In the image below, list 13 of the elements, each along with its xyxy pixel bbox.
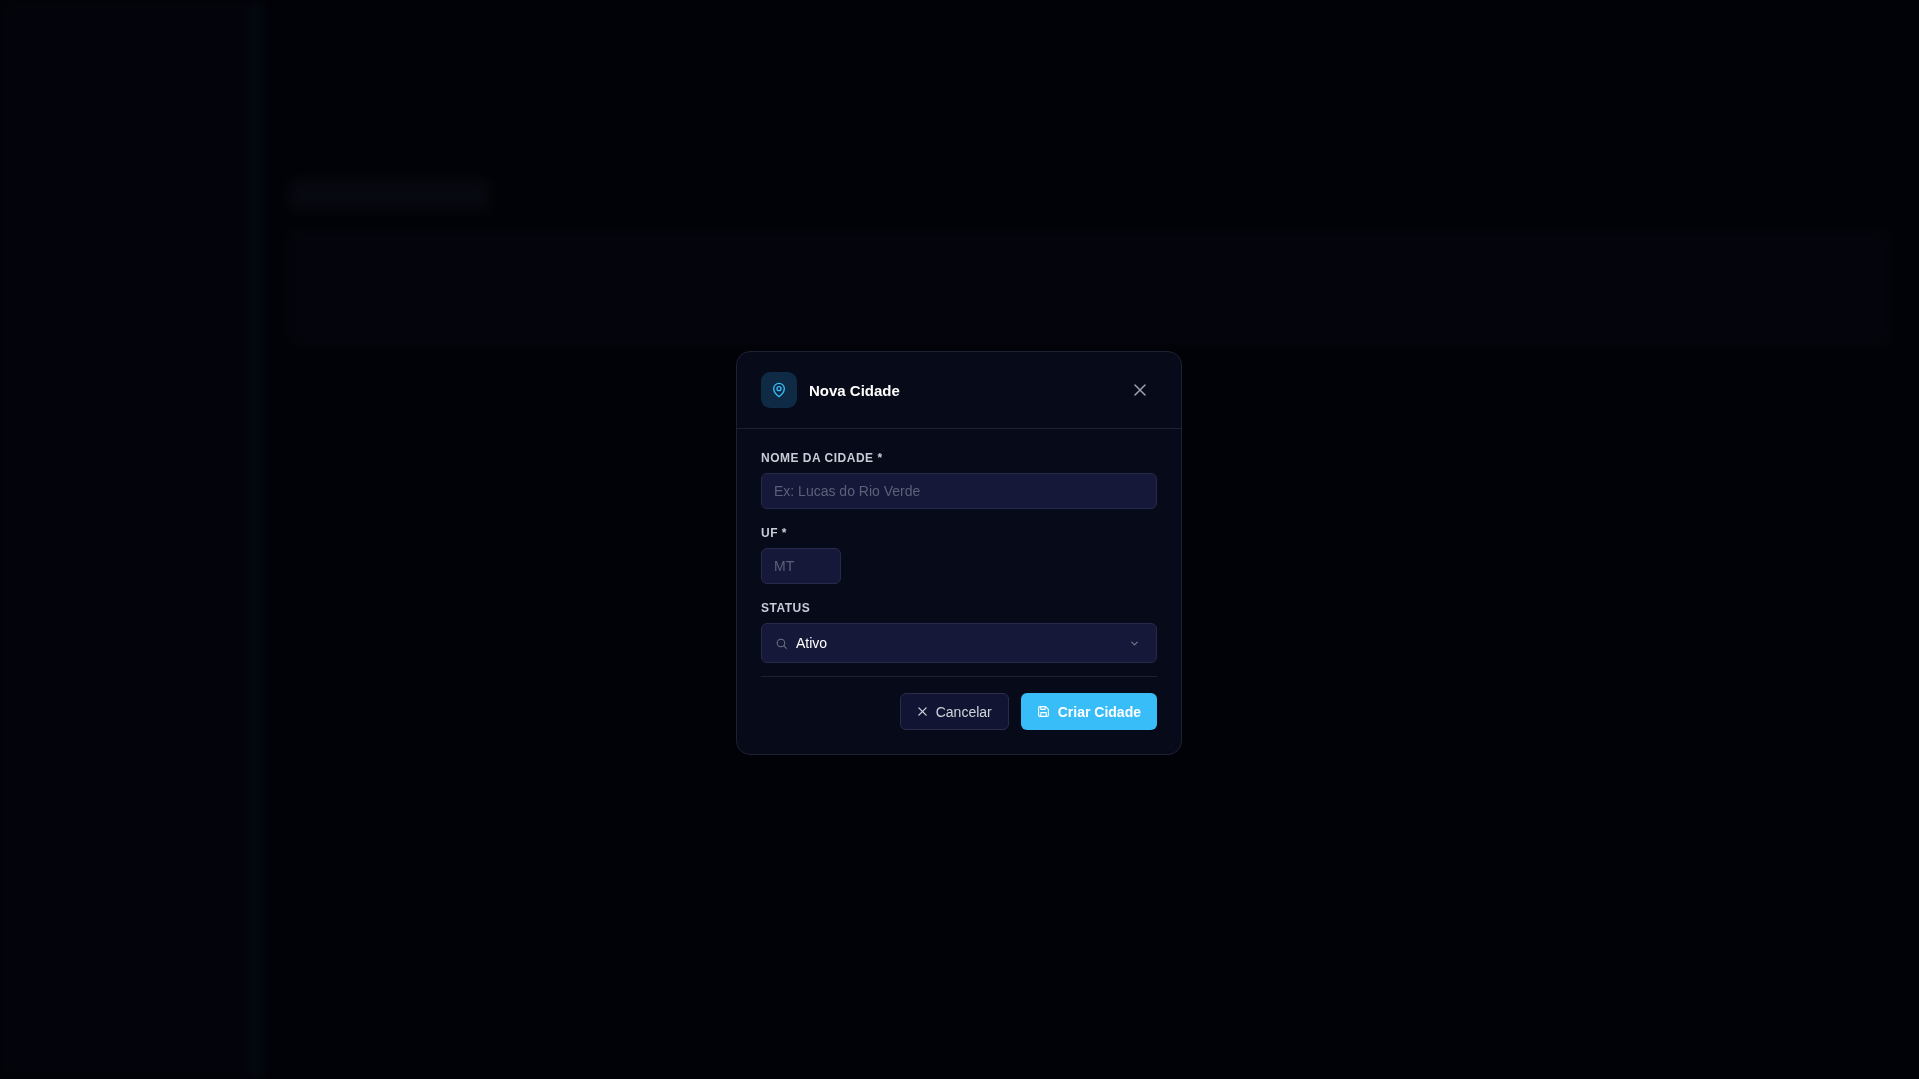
state-field[interactable]: MT: [761, 548, 841, 584]
close-icon[interactable]: [1133, 383, 1147, 397]
save-icon: [1036, 705, 1050, 718]
field-label: UF *: [761, 526, 787, 540]
close-icon: [916, 706, 928, 717]
city-name-field[interactable]: Ex: Lucas do Rio Verde: [761, 473, 1157, 509]
dialog-title: Nova Cidade: [809, 381, 901, 399]
status-dropdown[interactable]: Ativo: [761, 623, 1157, 663]
field-label: STATUS: [761, 601, 811, 615]
search-icon: [775, 636, 788, 650]
cancel-button[interactable]: Cancelar: [899, 693, 1009, 730]
map-pin-icon: [761, 372, 797, 408]
field-label: NOME DA CIDADE *: [761, 451, 883, 465]
